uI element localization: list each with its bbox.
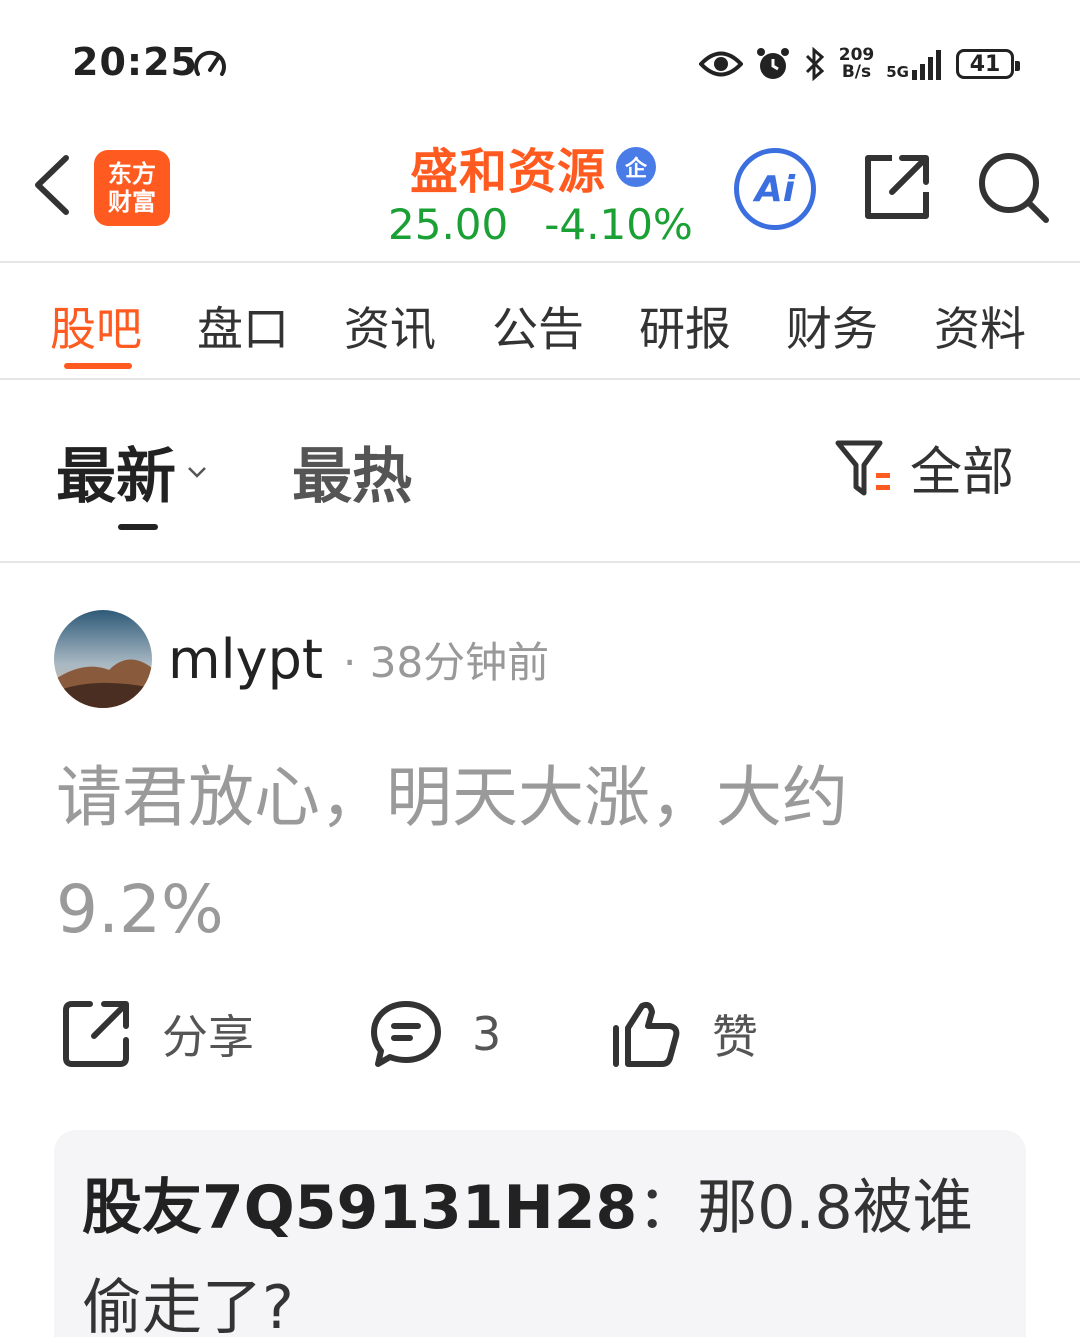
signal-icon xyxy=(912,50,941,80)
battery-icon: 41 xyxy=(956,49,1020,79)
post-content[interactable]: 请君放心，明天大涨，大约9.2% xyxy=(56,742,996,966)
filter-label: 全部 xyxy=(910,443,1015,503)
stock-title: 盛和资源 企 xyxy=(410,132,657,202)
speed-icon xyxy=(194,50,226,76)
alarm-icon xyxy=(756,48,789,79)
status-time: 20:25 xyxy=(72,40,198,84)
post-header: mlypt · 38分钟前 xyxy=(54,610,549,708)
share-icon xyxy=(63,1001,129,1067)
network-speed: 209 B/s xyxy=(838,45,875,82)
post-time: · 38分钟前 xyxy=(343,637,550,687)
section-tabs: 股吧 盘口 资讯 公告 研报 财务 资料 xyxy=(0,263,1080,380)
stock-quote: 25.00 -4.10% xyxy=(388,200,693,249)
reply-separator: ： xyxy=(637,1173,698,1243)
app-logo: 东方 财富 xyxy=(94,150,170,226)
tab-research[interactable]: 研报 xyxy=(639,293,731,359)
share-icon[interactable] xyxy=(862,152,932,222)
tab-announcements[interactable]: 公告 xyxy=(492,293,584,359)
share-label: 分享 xyxy=(162,1010,254,1064)
stock-header: 东方 财富 盛和资源 企 25.00 -4.10% Ai xyxy=(0,120,1080,263)
network-indicator: 5G xyxy=(886,48,944,80)
stock-change: -4.10% xyxy=(544,200,693,249)
sort-latest[interactable]: 最新 xyxy=(56,428,208,515)
post-actions: 分享 3 赞 xyxy=(0,990,1080,1090)
username[interactable]: mlypt xyxy=(168,628,323,691)
ai-assistant-button[interactable]: Ai xyxy=(734,148,816,230)
stock-price: 25.00 xyxy=(388,200,509,249)
tab-news[interactable]: 资讯 xyxy=(344,293,436,359)
chevron-down-icon xyxy=(188,466,206,478)
tab-guba[interactable]: 股吧 xyxy=(50,293,142,359)
sort-bar: 最新 最热 全部 xyxy=(0,380,1080,563)
sort-hot[interactable]: 最热 xyxy=(292,428,412,515)
search-icon[interactable] xyxy=(976,150,1050,224)
thumbs-up-icon xyxy=(613,1001,680,1067)
like-button[interactable]: 赞 xyxy=(610,998,758,1070)
reply-username[interactable]: 股友7Q59131H28 xyxy=(82,1173,637,1243)
status-icons: 209 B/s 5G 41 xyxy=(698,40,1020,88)
status-bar: 20:25 209 B/s 5G 41 xyxy=(0,0,1080,120)
share-button[interactable]: 分享 xyxy=(60,998,254,1070)
reply-preview[interactable]: 股友7Q59131H28：那0.8被谁偷走了? xyxy=(54,1130,1026,1337)
bluetooth-icon xyxy=(805,46,824,82)
stock-name: 盛和资源 xyxy=(410,144,607,200)
like-label: 赞 xyxy=(712,1010,758,1064)
filter-button[interactable]: 全部 xyxy=(834,430,1014,505)
back-icon[interactable] xyxy=(28,150,78,220)
tab-finance[interactable]: 财务 xyxy=(786,293,878,359)
filter-icon xyxy=(835,440,890,495)
comment-button[interactable]: 3 xyxy=(370,998,501,1070)
comment-icon xyxy=(371,1001,441,1067)
active-tab-indicator xyxy=(64,363,132,369)
comment-count: 3 xyxy=(472,1007,502,1061)
tab-profile[interactable]: 资料 xyxy=(934,293,1026,359)
enterprise-badge-icon: 企 xyxy=(616,147,657,187)
active-sort-indicator xyxy=(118,524,158,530)
avatar[interactable] xyxy=(54,610,152,708)
tab-pankou[interactable]: 盘口 xyxy=(197,293,289,359)
battery-level: 41 xyxy=(969,51,1001,77)
eye-icon xyxy=(698,51,743,77)
reply-text: 股友7Q59131H28：那0.8被谁偷走了? xyxy=(82,1158,998,1337)
